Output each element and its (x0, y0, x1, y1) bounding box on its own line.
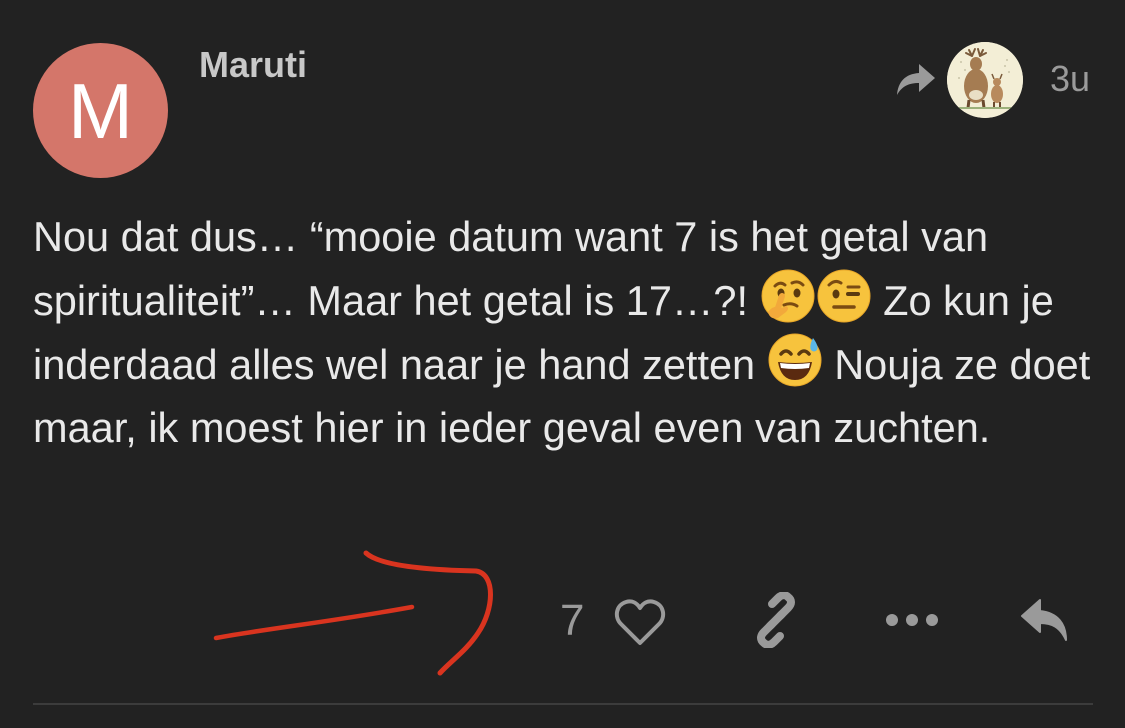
post: M Maruti 3u Nou dat dus… “mooie datum wa… (0, 0, 1125, 728)
grinning-sweat-emoji (768, 333, 822, 387)
like-count[interactable]: 7 (560, 596, 584, 646)
reply-icon[interactable] (1018, 596, 1074, 646)
link-icon[interactable] (748, 592, 804, 648)
avatar-letter: M (68, 66, 133, 155)
reply-to-avatar (947, 42, 1023, 118)
heart-icon[interactable] (612, 596, 668, 648)
raised-eyebrow-emoji (817, 269, 871, 323)
post-divider (33, 703, 1093, 705)
user-avatar[interactable]: M (33, 43, 168, 178)
post-timestamp[interactable]: 3u (1050, 58, 1090, 100)
username[interactable]: Maruti (199, 44, 307, 86)
share-arrow-icon (897, 64, 935, 95)
post-actions: 7 (0, 588, 1125, 658)
more-dots-icon[interactable] (884, 610, 940, 630)
thinking-face-emoji (761, 269, 815, 323)
reply-to-indicator[interactable] (893, 42, 1023, 118)
post-body: Nou dat dus… “mooie datum want 7 is het … (33, 205, 1098, 459)
